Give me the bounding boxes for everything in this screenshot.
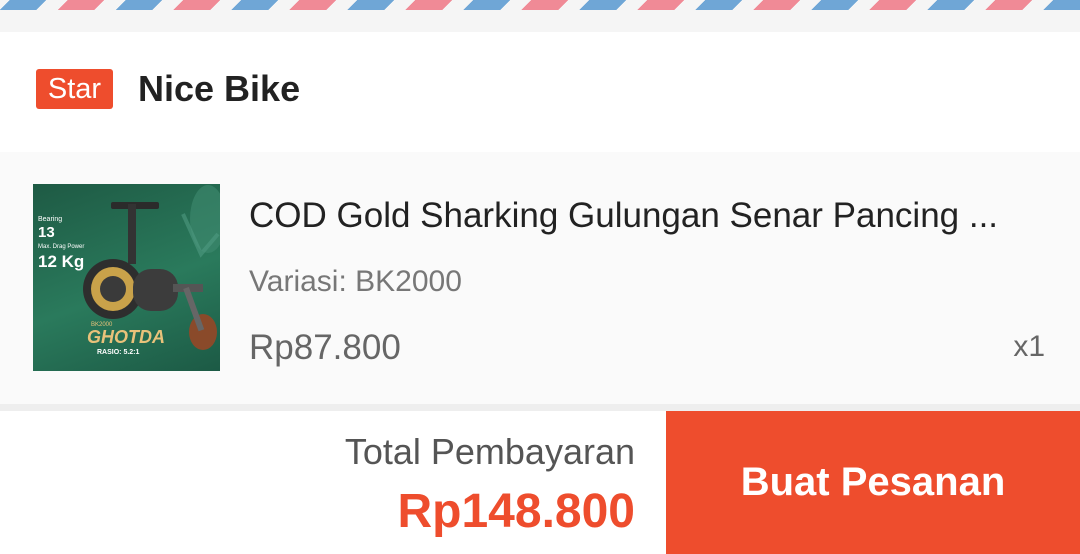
spec-value-drag: 12 Kg [38,252,85,271]
place-order-button[interactable]: Buat Pesanan [666,411,1080,554]
image-ratio: RASIO: 5.2:1 [97,349,140,356]
address-airmail-border [0,0,1080,10]
total-payment-label: Total Pembayaran [344,431,635,472]
product-price: Rp87.800 [249,328,401,367]
product-variant: Variasi: BK2000 [249,265,462,298]
shop-header: Star Nice Bike [0,32,1080,152]
shop-name[interactable]: Nice Bike [138,68,300,110]
image-brand: GHOTDA [87,327,165,347]
section-divider [0,404,1080,411]
product-item[interactable]: Bearing 13 Max. Drag Power 12 Kg BK2000 … [0,152,1080,404]
spec-value-bearing: 13 [38,224,55,241]
product-thumbnail[interactable]: Bearing 13 Max. Drag Power 12 Kg BK2000 … [33,184,220,371]
total-payment-value: Rp148.800 [397,485,636,538]
checkout-bar: Total Pembayaran Rp148.800 Buat Pesanan [0,411,1080,554]
product-quantity: x1 [1013,330,1045,363]
spec-label-bearing: Bearing [38,216,63,223]
product-title[interactable]: COD Gold Sharking Gulungan Senar Pancing… [249,196,1054,236]
spec-label-drag: Max. Drag Power [38,244,85,250]
star-seller-badge: Star [36,69,113,109]
